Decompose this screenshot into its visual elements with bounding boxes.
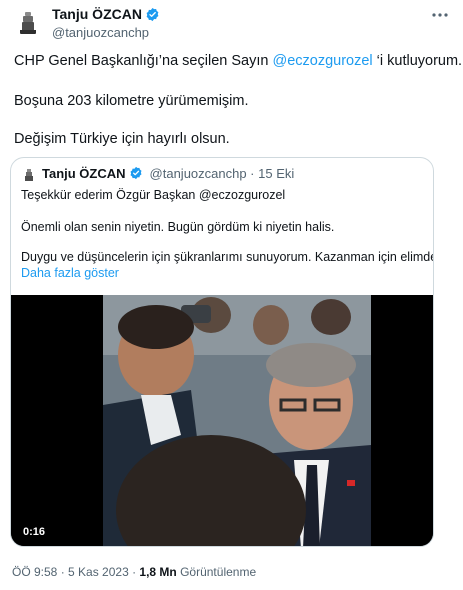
tweet-footer: ÖÖ 9:58 · 5 Kas 2023 · 1,8 Mn Görüntülen… — [12, 565, 256, 579]
views-count: 1,8 Mn — [139, 565, 177, 579]
mention-link[interactable]: @eczozgurozel — [272, 53, 372, 69]
video-player[interactable]: 0:16 — [11, 295, 433, 546]
author-name-row: Tanju ÖZCAN — [52, 6, 160, 22]
quote-text-line-1: Teşekkür ederim Özgür Başkan @eczozguroz… — [21, 188, 286, 202]
tweet-text-suffix: ‘i kutluyorum. — [372, 53, 463, 69]
tweet-text-prefix: CHP Genel Başkanlığı’na seçilen Sayın — [14, 53, 273, 69]
views-label: Görüntülenme — [176, 565, 257, 579]
quoted-tweet-card[interactable]: Tanju ÖZCAN @tanjuozcanchp · 15 Eki Teşe… — [10, 157, 434, 547]
video-duration: 0:16 — [23, 526, 46, 538]
tweet-text-line-2: Boşuna 203 kilometre yürümemişim. — [14, 93, 249, 109]
verified-badge-icon — [129, 166, 144, 181]
author-avatar[interactable] — [14, 8, 42, 36]
tweet: Tanju ÖZCAN @tanjuozcanchp CHP Genel Baş… — [0, 0, 463, 590]
quote-author-name: Tanju ÖZCAN — [42, 166, 126, 181]
author-handle[interactable]: @tanjuozcanchp — [52, 25, 149, 40]
video-frame — [11, 295, 433, 546]
tweet-timestamp[interactable]: ÖÖ 9:58 · 5 Kas 2023 · — [12, 565, 139, 579]
quote-handle-date: @tanjuozcanchp · 15 Eki — [149, 166, 295, 181]
quote-author-avatar — [21, 167, 37, 183]
quote-text-line-2: Önemli olan senin niyetin. Bugün gördüm … — [21, 220, 335, 234]
quote-header: Tanju ÖZCAN @tanjuozcanchp · 15 Eki — [42, 166, 294, 181]
show-more-link[interactable]: Daha fazla göster — [21, 266, 119, 280]
author-display-name[interactable]: Tanju ÖZCAN — [52, 6, 142, 22]
quote-text-line-3: Duygu ve düşüncelerin için şükranlarımı … — [21, 250, 434, 264]
verified-badge-icon — [145, 7, 160, 22]
tweet-text-line-3: Değişim Türkiye için hayırlı olsun. — [14, 131, 230, 147]
more-options-icon[interactable] — [431, 6, 449, 24]
tweet-text-line-1: CHP Genel Başkanlığı’na seçilen Sayın @e… — [14, 52, 462, 71]
